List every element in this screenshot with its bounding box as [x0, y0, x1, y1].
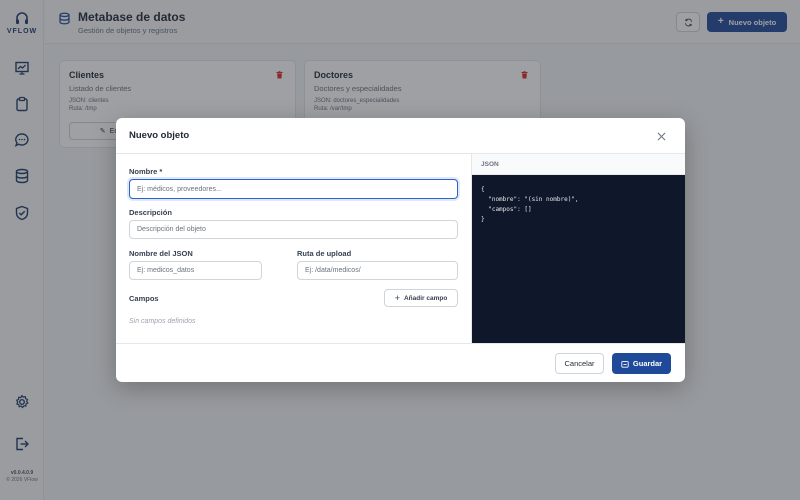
cancel-button[interactable]: Cancelar: [555, 353, 604, 374]
dialog-footer: Cancelar Guardar: [116, 343, 685, 382]
save-icon: [621, 360, 629, 368]
dialog-title: Nuevo objeto: [129, 130, 190, 141]
description-input[interactable]: Descripción del objeto: [129, 220, 458, 239]
dialog-header: Nuevo objeto: [116, 118, 685, 154]
save-label: Guardar: [632, 359, 663, 368]
name-input[interactable]: Ej: médicos, proveedores...: [129, 179, 458, 199]
save-button[interactable]: Guardar: [612, 353, 671, 374]
json-preview-panel: JSON { "nombre": "(sin nombre)", "campos…: [471, 154, 685, 343]
json-preview-code: { "nombre": "(sin nombre)", "campos": []…: [472, 175, 685, 343]
json-name-input[interactable]: Ej: medicos_datos: [129, 261, 262, 280]
object-form: Nombre * Ej: médicos, proveedores... Des…: [116, 154, 471, 343]
json-preview-label: JSON: [472, 154, 685, 175]
empty-fields-note: Sin campos definidos: [129, 318, 196, 325]
upload-route-label: Ruta de upload: [297, 249, 352, 258]
json-name-label: Nombre del JSON: [129, 249, 193, 258]
new-object-dialog: Nuevo objeto Nombre * Ej: médicos, prove…: [116, 118, 685, 382]
close-icon: [657, 132, 665, 140]
add-field-button[interactable]: + Añadir campo: [384, 289, 458, 307]
fields-label: Campos: [129, 294, 159, 303]
plus-icon: +: [394, 292, 400, 303]
name-label: Nombre *: [129, 167, 163, 176]
add-field-label: Añadir campo: [403, 294, 448, 302]
description-label: Descripción: [129, 208, 172, 217]
upload-route-input[interactable]: Ej: /data/medicos/: [297, 261, 458, 280]
close-button[interactable]: [655, 130, 667, 142]
